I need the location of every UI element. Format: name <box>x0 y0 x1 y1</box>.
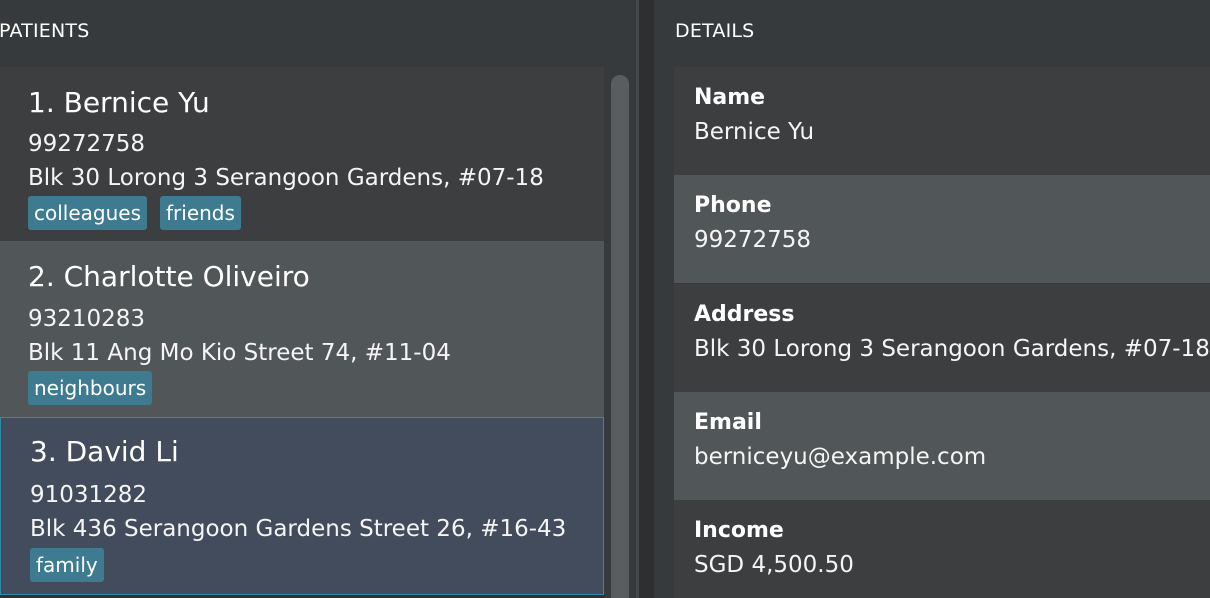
patient-list[interactable]: 1. Bernice Yu 99272758 Blk 30 Lorong 3 S… <box>0 67 604 598</box>
patient-address: Blk 436 Serangoon Gardens Street 26, #16… <box>30 516 567 542</box>
patient-address: Blk 30 Lorong 3 Serangoon Gardens, #07-1… <box>28 165 544 191</box>
app-window: PATIENTS 1. Bernice Yu 99272758 Blk 30 L… <box>0 0 1210 598</box>
detail-label: Email <box>694 410 762 435</box>
detail-value: Bernice Yu <box>694 119 815 145</box>
tag-friends: friends <box>160 196 241 230</box>
detail-phone-row: Phone 99272758 <box>674 175 1210 283</box>
detail-name-row: Name Bernice Yu <box>674 67 1210 175</box>
tag-neighbours: neighbours <box>28 371 153 405</box>
patient-phone: 91031282 <box>30 482 148 508</box>
details-pane: DETAILS Name Bernice Yu Phone 99272758 A… <box>654 0 1210 598</box>
split-pane-divider[interactable] <box>636 0 654 598</box>
details-pane-title: DETAILS <box>675 20 755 42</box>
detail-value: berniceyu@example.com <box>694 444 987 470</box>
patient-phone: 99272758 <box>28 131 146 157</box>
detail-label: Name <box>694 85 766 110</box>
detail-value: Blk 30 Lorong 3 Serangoon Gardens, #07-1… <box>694 336 1210 362</box>
tag-family: family <box>30 548 104 582</box>
scrollbar-thumb[interactable] <box>611 75 629 598</box>
tag-colleagues: colleagues <box>28 196 148 230</box>
patient-phone: 93210283 <box>28 306 146 332</box>
patient-name: 1. Bernice Yu <box>28 86 210 119</box>
detail-income-row: Income SGD 4,500.50 <box>674 500 1210 598</box>
patient-list-scrollbar[interactable] <box>608 67 632 598</box>
patient-card-3-selected[interactable]: 3. David Li 91031282 Blk 436 Serangoon G… <box>0 417 604 595</box>
detail-label: Income <box>694 518 784 543</box>
detail-address-row: Address Blk 30 Lorong 3 Serangoon Garden… <box>674 284 1210 392</box>
detail-label: Address <box>694 302 795 327</box>
patients-pane-title: PATIENTS <box>0 20 90 42</box>
patient-card-2[interactable]: 2. Charlotte Oliveiro 93210283 Blk 11 An… <box>0 241 604 417</box>
detail-email-row: Email berniceyu@example.com <box>674 392 1210 500</box>
patient-card-1[interactable]: 1. Bernice Yu 99272758 Blk 30 Lorong 3 S… <box>0 67 604 241</box>
detail-value: 99272758 <box>694 227 812 253</box>
patient-address: Blk 11 Ang Mo Kio Street 74, #11-04 <box>28 340 451 366</box>
patients-pane: PATIENTS 1. Bernice Yu 99272758 Blk 30 L… <box>0 0 636 598</box>
divider-line <box>636 0 639 598</box>
detail-value: SGD 4,500.50 <box>694 552 854 578</box>
patient-name: 2. Charlotte Oliveiro <box>28 260 310 293</box>
detail-label: Phone <box>694 193 772 218</box>
patient-name: 3. David Li <box>30 435 179 468</box>
